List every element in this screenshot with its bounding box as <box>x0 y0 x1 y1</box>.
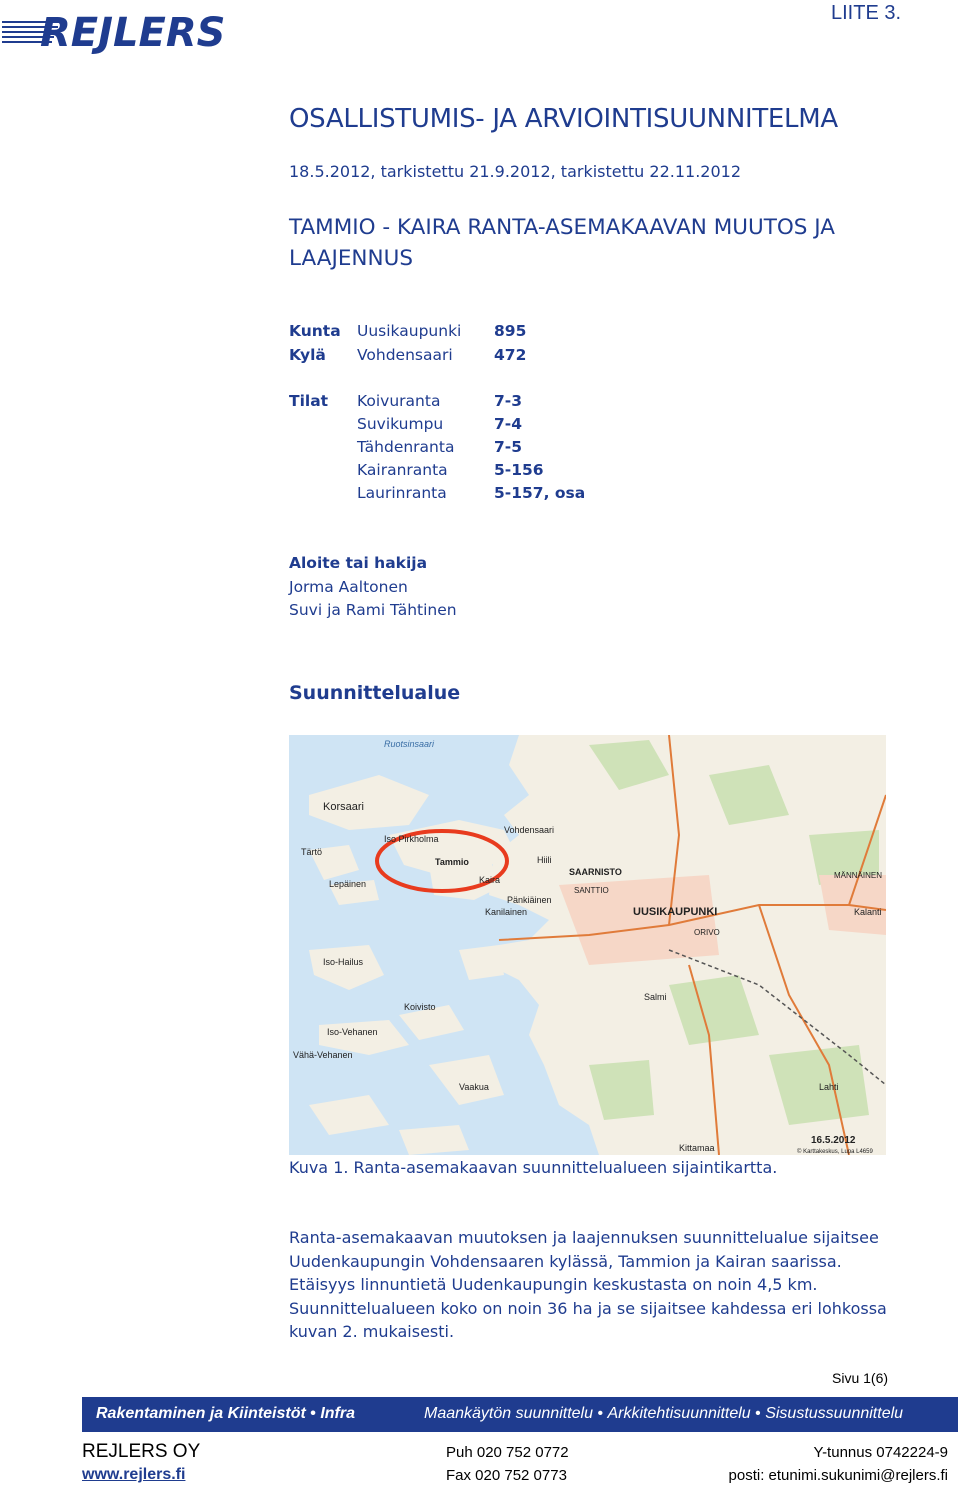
tila-number: 5-157, osa <box>494 484 586 502</box>
map-label: SANTTIO <box>574 886 609 895</box>
tila-name: Tähdenranta <box>357 438 455 456</box>
document-title: OSALLISTUMIS- JA ARVIOINTISUUNNITELMA <box>289 104 838 134</box>
tila-number: 7-4 <box>494 415 523 433</box>
map-label: MÄNNÄINEN <box>834 871 882 880</box>
map-label: Lahti <box>819 1082 839 1092</box>
tila-name: Laurinranta <box>357 484 447 502</box>
map-label: UUSIKAUPUNKI <box>633 906 717 918</box>
map-label: Pänkiäinen <box>507 895 552 905</box>
map-label: Iso-Vehanen <box>327 1027 378 1037</box>
area-heading: Suunnittelualue <box>289 682 461 704</box>
tila-name: Koivuranta <box>357 392 441 410</box>
map-label: Iso-Hailus <box>323 957 364 967</box>
kyla-name: Vohdensaari <box>357 346 453 364</box>
business-area: Rakentaminen ja Kiinteistöt <box>96 1405 306 1422</box>
map-label: Iso Pirkholma <box>384 834 439 844</box>
logo-text: REJLERS <box>40 10 225 56</box>
bullet-icon: • <box>755 1405 766 1422</box>
tila-number: 7-5 <box>494 438 523 456</box>
map-copyright: © Karttakeskus, Lupa L4659 <box>797 1148 873 1155</box>
map-caption: Kuva 1. Ranta-asemakaavan suunnittelualu… <box>289 1158 778 1177</box>
map-label: ORIVO <box>694 928 720 937</box>
map-label: Ruotsinsaari <box>384 739 435 749</box>
kunta-number: 895 <box>494 322 527 340</box>
map-label: Vohdensaari <box>504 825 554 835</box>
map-label: Korsaari <box>323 801 364 813</box>
footer-band: Rakentaminen ja Kiinteistöt • Infra Maan… <box>82 1397 958 1432</box>
kunta-label: Kunta <box>289 322 341 340</box>
footer-email: posti: etunimi.sukunimi@rejlers.fi <box>728 1467 948 1484</box>
footer-business-areas: Rakentaminen ja Kiinteistöt • Infra <box>96 1405 355 1423</box>
footer-company: REJLERS OY <box>82 1441 201 1462</box>
map-label: Kittamaa <box>679 1143 715 1153</box>
map-label: Tammio <box>435 857 469 867</box>
location-map: Ruotsinsaari Korsaari Iso Pirkholma Tamm… <box>289 735 886 1155</box>
footer-services: Maankäytön suunnittelu • Arkkitehtisuunn… <box>424 1405 903 1423</box>
applicant-name: Suvi ja Rami Tähtinen <box>289 601 457 619</box>
kyla-label: Kylä <box>289 346 326 364</box>
map-label: Hiili <box>537 855 552 865</box>
tila-name: Suvikumpu <box>357 415 444 433</box>
footer-website-link[interactable]: www.rejlers.fi <box>82 1466 185 1484</box>
tilat-label: Tilat <box>289 392 329 410</box>
footer-fax: Fax 020 752 0773 <box>446 1467 567 1484</box>
map-label: Tärtö <box>301 847 322 857</box>
map-label: SAARNISTO <box>569 867 622 877</box>
footer-business-id: Y-tunnus 0742224-9 <box>813 1444 948 1461</box>
kunta-name: Uusikaupunki <box>357 322 462 340</box>
map-date: 16.5.2012 <box>811 1135 856 1146</box>
appendix-label: LIITE 3. <box>831 2 902 24</box>
map-label: Vaakua <box>459 1082 489 1092</box>
tila-name: Kairanranta <box>357 461 448 479</box>
rejlers-logo: REJLERS <box>2 10 225 56</box>
map-label: Vähä-Vehanen <box>293 1050 353 1060</box>
bullet-icon: • <box>597 1405 608 1422</box>
applicant-heading: Aloite tai hakija <box>289 554 428 572</box>
bullet-icon: • <box>310 1405 321 1422</box>
tila-number: 5-156 <box>494 461 544 479</box>
map-label: Kalanti <box>854 907 882 917</box>
service: Maankäytön suunnittelu <box>424 1405 593 1422</box>
footer-phone: Puh 020 752 0772 <box>446 1444 569 1461</box>
kyla-number: 472 <box>494 346 527 364</box>
tila-number: 7-3 <box>494 392 523 410</box>
map-label: Lepäinen <box>329 879 366 889</box>
applicant-name: Jorma Aaltonen <box>289 578 408 596</box>
map-label: Koivisto <box>404 1002 436 1012</box>
service: Sisustussuunnittelu <box>765 1405 904 1422</box>
area-description: Ranta-asemakaavan muutoksen ja laajennuk… <box>289 1228 887 1341</box>
service: Arkkitehtisuunnittelu <box>607 1405 751 1422</box>
map-label: Kanilainen <box>485 907 527 917</box>
map-label: Kaira <box>479 875 500 885</box>
document-subtitle: TAMMIO - KAIRA RANTA-ASEMAKAAVAN MUUTOS … <box>289 215 835 271</box>
business-area: Infra <box>320 1405 355 1422</box>
page-number: Sivu 1(6) <box>832 1370 889 1386</box>
document-dates: 18.5.2012, tarkistettu 21.9.2012, tarkis… <box>289 162 741 181</box>
map-label: Salmi <box>644 992 667 1002</box>
